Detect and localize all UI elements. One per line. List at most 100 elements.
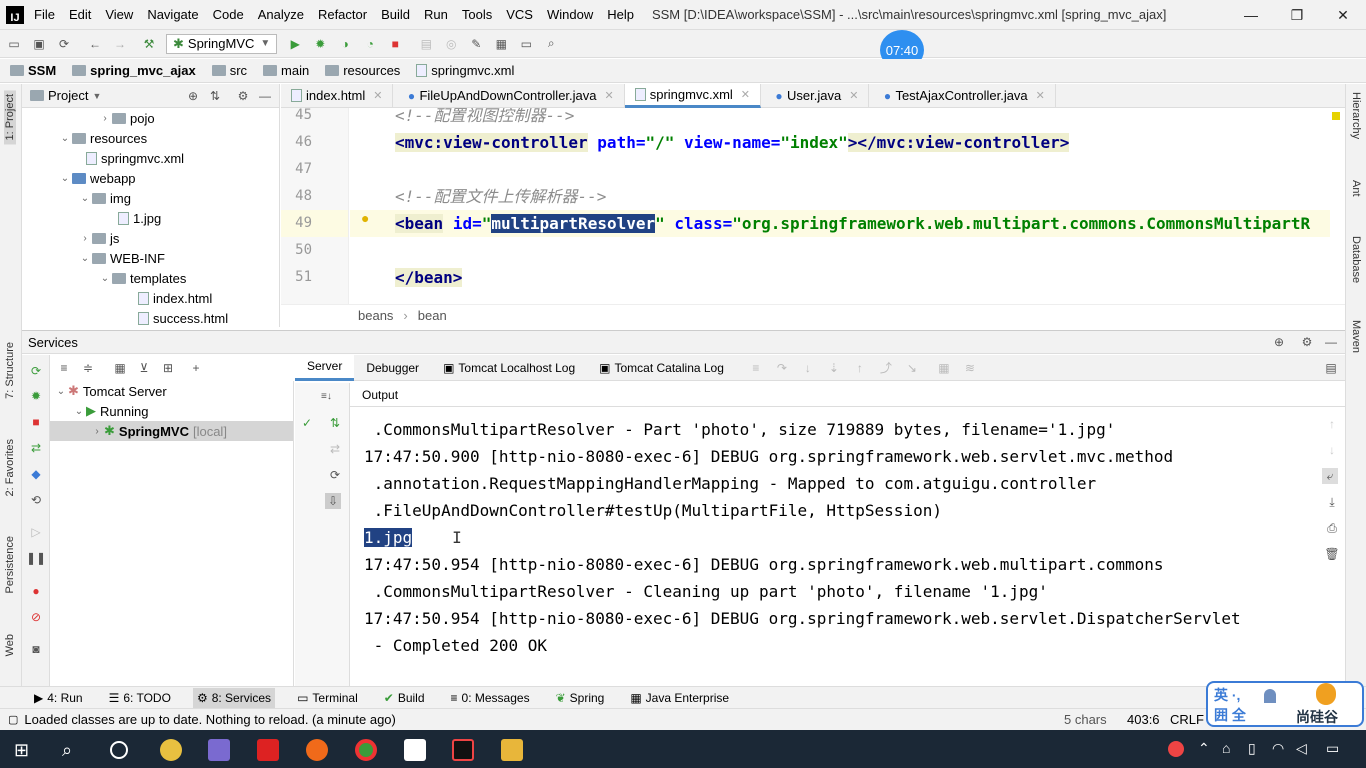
stripe-ant[interactable]: Ant — [1350, 180, 1362, 197]
app-icon[interactable] — [257, 739, 279, 761]
run-config-select[interactable]: ✱ SpringMVC ▼ — [166, 33, 278, 54]
scroll-to-end-icon[interactable]: ⤓ — [1324, 494, 1340, 510]
network-icon[interactable]: ⌂ — [1222, 740, 1230, 756]
force-step-into-icon[interactable]: ⇣ — [826, 360, 842, 376]
redeploy-icon[interactable]: ⇄ — [327, 441, 343, 457]
search-icon[interactable]: ⌕ — [543, 36, 559, 52]
windows-start-icon[interactable]: ⊞ — [14, 739, 36, 761]
deploy-all-icon[interactable]: ⇩ — [325, 493, 341, 509]
crumb-beans[interactable]: beans — [358, 308, 393, 323]
terminal-icon[interactable]: ▭ — [518, 36, 534, 52]
tab-springmvc-xml[interactable]: springmvc.xml ✕ — [624, 83, 762, 108]
tab-testajaxcontroller[interactable]: ● TestAjaxController.java ✕ — [869, 83, 1056, 108]
chrome-icon[interactable] — [355, 739, 377, 761]
hide-icon[interactable]: — — [1323, 334, 1339, 350]
close-button[interactable]: ✕ — [1320, 7, 1366, 24]
open-folder-icon[interactable]: ▭ — [6, 36, 22, 52]
menu-refactor[interactable]: Refactor — [318, 7, 367, 22]
menu-run[interactable]: Run — [424, 7, 448, 22]
firefox-icon[interactable] — [306, 739, 328, 761]
ime-widget[interactable]: 英 ·, 囲 全 尚硅谷 — [1206, 681, 1364, 727]
minimize-button[interactable]: — — [1228, 7, 1274, 23]
artifact-icon[interactable]: ◆ — [28, 466, 44, 482]
tab-catalina-log[interactable]: ▣ Tomcat Catalina Log — [587, 355, 736, 381]
lightbulb-icon[interactable]: ● — [361, 210, 369, 226]
attach-icon[interactable]: ▤ — [418, 36, 434, 52]
gear-icon[interactable]: ⚙ — [1299, 334, 1315, 350]
step-icon[interactable]: ▷ — [28, 524, 44, 540]
tool-build[interactable]: ✔ Build — [380, 688, 429, 708]
collapse-all-icon[interactable]: ⇅ — [207, 88, 223, 104]
tree-item-pojo[interactable]: › pojo — [22, 108, 279, 128]
settings-wrench-icon[interactable]: ✎ — [468, 36, 484, 52]
drop-frame-icon[interactable]: ⤴ — [878, 360, 894, 376]
menu-analyze[interactable]: Analyze — [258, 7, 304, 22]
refresh-icon[interactable]: ⟳ — [327, 467, 343, 483]
crumb-ssm[interactable]: SSM — [10, 63, 56, 78]
locate-icon[interactable]: ⊕ — [1271, 334, 1287, 350]
trace-icon[interactable]: ≋ — [962, 360, 978, 376]
crumb-bean[interactable]: bean — [418, 308, 447, 323]
run-icon[interactable]: ▶ — [287, 36, 303, 52]
print-icon[interactable]: ⎙ — [1324, 520, 1340, 536]
cortana-icon[interactable] — [110, 741, 128, 759]
menu-file[interactable]: File — [34, 7, 55, 22]
menu-build[interactable]: Build — [381, 7, 410, 22]
status-icon[interactable]: ▢ — [8, 713, 18, 726]
group-by-icon[interactable]: ▦ — [112, 360, 128, 376]
hide-icon[interactable]: — — [257, 88, 273, 104]
filter-icon[interactable]: ⊻ — [136, 360, 152, 376]
tree-item-success-html[interactable]: success.html — [22, 308, 279, 328]
maximize-button[interactable]: ❐ — [1274, 7, 1320, 24]
crumb-main[interactable]: main — [263, 63, 309, 78]
code-editor[interactable]: <!--配置视图控制器--> <mvc:view-controller path… — [350, 108, 1330, 304]
layout-icon[interactable]: ▤ — [1323, 360, 1339, 376]
menu-navigate[interactable]: Navigate — [147, 7, 198, 22]
run-to-cursor-icon[interactable]: ↘ — [904, 360, 920, 376]
evaluate-icon[interactable]: ▦ — [936, 360, 952, 376]
menu-view[interactable]: View — [105, 7, 133, 22]
close-tab-icon[interactable]: ✕ — [605, 89, 614, 102]
tree-item-springmvc-xml[interactable]: springmvc.xml — [22, 148, 279, 168]
crumb-src[interactable]: src — [211, 63, 247, 78]
project-view-select[interactable]: Project — [48, 88, 88, 103]
status-position[interactable]: 403:6 — [1127, 712, 1160, 727]
close-tab-icon[interactable]: ✕ — [1036, 89, 1045, 102]
tree-item-js[interactable]: › js — [22, 228, 279, 248]
camera-icon[interactable]: ◙ — [28, 641, 44, 657]
trash-icon[interactable]: 🗑 — [1324, 546, 1340, 562]
step-out-icon[interactable]: ↑ — [852, 360, 868, 376]
close-tab-icon[interactable]: ✕ — [741, 88, 750, 101]
wifi-icon[interactable]: ◠ — [1272, 740, 1284, 757]
tab-fileupanddowncontroller[interactable]: ● FileUpAndDownController.java ✕ — [393, 83, 625, 108]
profile-icon[interactable]: ◔ — [362, 36, 378, 52]
tool-java-enterprise[interactable]: ▦ Java Enterprise — [626, 688, 733, 708]
tool-run[interactable]: ▶ 4: Run — [30, 688, 87, 708]
tree-item-web-inf[interactable]: ⌄ WEB-INF — [22, 248, 279, 268]
notepad-icon[interactable] — [404, 739, 426, 761]
app-icon[interactable] — [160, 739, 182, 761]
stripe-database[interactable]: Database — [1350, 236, 1362, 283]
tool-messages[interactable]: ≡ 0: Messages — [447, 688, 534, 708]
service-tomcat-server[interactable]: ⌄ ✱ Tomcat Server — [50, 381, 293, 401]
menu-vcs[interactable]: VCS — [506, 7, 533, 22]
save-all-icon[interactable]: ▣ — [31, 36, 47, 52]
crumb-resources[interactable]: resources — [325, 63, 400, 78]
breakpoints-icon[interactable]: ● — [28, 583, 44, 599]
tab-user-java[interactable]: ● User.java ✕ — [761, 83, 870, 108]
phone-icon[interactable]: ▯ — [1248, 740, 1256, 757]
update-icon[interactable]: ⇅ — [327, 415, 343, 431]
stripe-structure[interactable]: 7: Structure — [4, 342, 16, 399]
tab-server[interactable]: Server — [295, 354, 355, 381]
tool-terminal[interactable]: ▭ Terminal — [293, 688, 362, 708]
forward-icon[interactable]: → — [112, 36, 128, 52]
project-structure-icon[interactable]: ▦ — [493, 36, 509, 52]
mute-breakpoints-icon[interactable]: ⊘ — [28, 609, 44, 625]
menu-code[interactable]: Code — [213, 7, 244, 22]
intellij-icon[interactable] — [452, 739, 474, 761]
search-icon[interactable]: ⌕ — [62, 739, 84, 761]
scroll-down-icon[interactable]: ↓ — [1324, 442, 1340, 458]
console-output[interactable]: .CommonsMultipartResolver - Part 'photo'… — [350, 410, 1320, 686]
crumb-file[interactable]: springmvc.xml — [416, 63, 514, 78]
refresh-icon[interactable]: ⟲ — [28, 492, 44, 508]
